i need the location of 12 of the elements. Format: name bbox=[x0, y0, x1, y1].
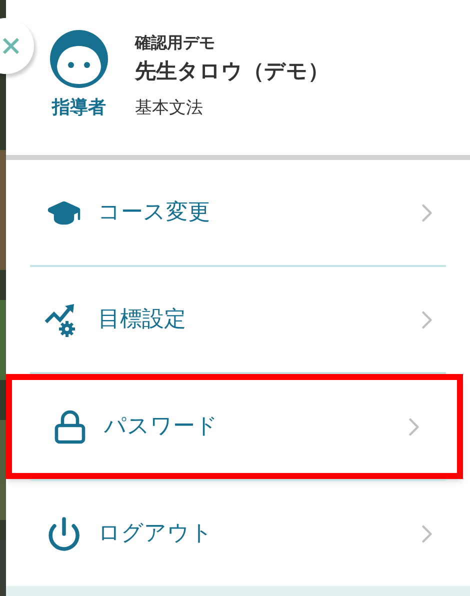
user-name: 先生タロウ（デモ） bbox=[135, 58, 329, 85]
course-name: 基本文法 bbox=[135, 97, 204, 120]
power-icon bbox=[46, 516, 82, 552]
school-name: 確認用デモ bbox=[135, 32, 216, 54]
menu-item[interactable]: ログアウト bbox=[6, 481, 470, 586]
close-icon bbox=[2, 37, 20, 55]
avatar-icon bbox=[50, 30, 108, 88]
role-label: 指導者 bbox=[52, 96, 106, 120]
menu-item[interactable]: コース変更 bbox=[6, 160, 470, 265]
menu-item[interactable]: パスワード bbox=[6, 374, 463, 479]
menu-item[interactable]: 目標設定 bbox=[6, 267, 470, 372]
lock-icon bbox=[52, 408, 88, 444]
